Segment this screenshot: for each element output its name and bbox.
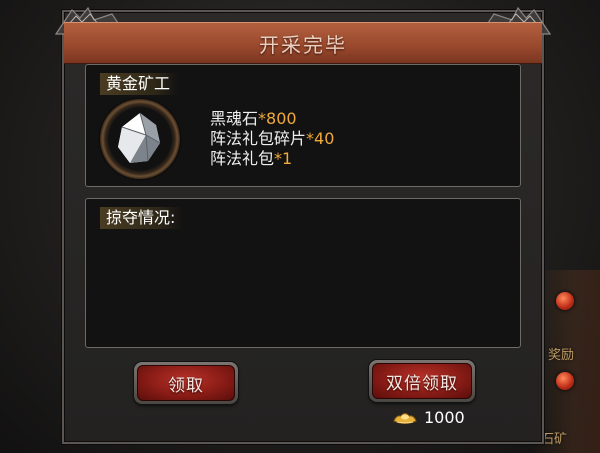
background-red-orb [556,372,574,390]
reward-item: 黑魂石*800 [210,109,334,129]
reward-item: 阵法礼包*1 [210,149,334,169]
mine-name: 黄金矿工 [100,73,179,95]
double-claim-cost: 1000 [392,408,465,427]
dialog-title-bar: 开采完毕 [64,22,542,64]
plunder-status-panel: 掠夺情况: [85,198,521,348]
mine-info-panel: 黄金矿工 黑魂石*800 阵法礼包碎片*40 阵法礼包*1 [85,64,521,187]
background-label: 奖励 [548,348,575,363]
reward-item-quantity: *1 [274,149,293,168]
reward-item-name: 阵法礼包 [210,149,275,168]
double-claim-button[interactable]: 双倍领取 [369,360,475,402]
dialog-title: 开采完毕 [259,32,347,57]
reward-item-quantity: *800 [258,109,297,128]
gold-ingot-icon [393,412,417,424]
claim-button[interactable]: 领取 [134,362,238,404]
mining-complete-dialog: 开采完毕 黄金矿工 黑魂石*800 阵法礼包碎片*40 阵法礼包*1 掠夺情况:… [54,6,552,444]
reward-item-name: 阵法礼包碎片 [210,129,307,148]
crystal-ore-icon [100,99,180,179]
plunder-status-label: 掠夺情况: [100,207,184,229]
double-claim-button-label: 双倍领取 [372,363,472,399]
reward-item-name: 黑魂石 [210,109,259,128]
claim-button-label: 领取 [137,365,235,401]
background-red-orb [556,292,574,310]
reward-item: 阵法礼包碎片*40 [210,129,334,149]
reward-item-quantity: *40 [306,129,335,148]
cost-amount: 1000 [424,408,465,427]
reward-list: 黑魂石*800 阵法礼包碎片*40 阵法礼包*1 [210,109,334,169]
